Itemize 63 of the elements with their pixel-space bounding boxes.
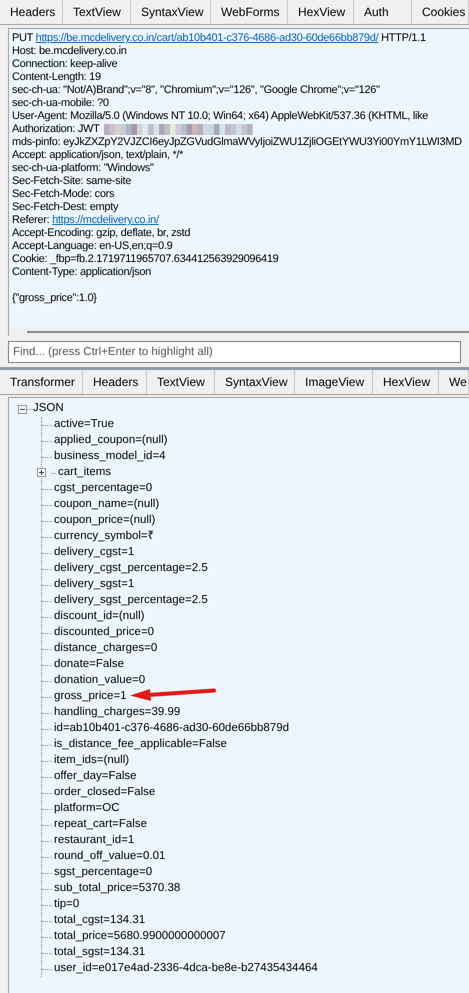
- header-line: Connection: keep-alive: [12, 58, 118, 70]
- tree-node[interactable]: platform=OC: [54, 800, 120, 818]
- tree-node[interactable]: repeat_cart=False: [54, 816, 148, 834]
- find-field[interactable]: Find... (press Ctrl+Enter to highlight all): [8, 341, 461, 363]
- tree-node[interactable]: item_ids=(null): [54, 752, 130, 770]
- request-method: PUT: [12, 32, 33, 44]
- tree-node[interactable]: delivery_cgst=1: [54, 544, 134, 562]
- tree-node[interactable]: delivery_cgst_percentage=2.5: [54, 560, 208, 578]
- header-line: Accept-Encoding: gzip, deflate, br, zstd: [12, 227, 190, 239]
- tree-node[interactable]: donation_value=0: [54, 672, 146, 690]
- header-line: sec-ch-ua: "Not/A)Brand";v="8", "Chromium";v="126", "Google Chrome";v="126": [12, 84, 380, 96]
- tree-node[interactable]: active=True: [54, 416, 114, 434]
- tree-node[interactable]: sgst_percentage=0: [54, 864, 152, 882]
- tree-node[interactable]: sub_total_price=5370.38: [54, 880, 180, 898]
- tree-node[interactable]: cgst_percentage=0: [54, 480, 152, 498]
- header-line: User-Agent: Mozilla/5.0 (Windows NT 10.0; Win64; x64) AppleWebKit/537.36 (KHTML, like: [12, 110, 428, 122]
- tree-node[interactable]: id=ab10b401-c376-4686-ad30-60de66bb879d: [54, 720, 290, 738]
- tree-node[interactable]: handling_charges=39.99: [54, 704, 180, 722]
- tree-node[interactable]: applied_coupon=(null): [54, 432, 168, 450]
- tree-node[interactable]: gross_price=1: [54, 688, 127, 706]
- tree-node[interactable]: cart_items: [58, 464, 112, 482]
- collapse-icon[interactable]: [18, 404, 27, 414]
- header-line: Sec-Fetch-Mode: cors: [12, 188, 114, 200]
- request-body: {"gross_price":1.0}: [12, 292, 97, 304]
- tree-node[interactable]: discounted_price=0: [54, 624, 154, 642]
- tree-node[interactable]: JSON: [33, 400, 64, 418]
- header-line: Accept-Language: en-US,en;q=0.9: [12, 240, 172, 252]
- tree-node[interactable]: currency_symbol=₹: [54, 528, 155, 546]
- request-url-link[interactable]: https://be.mcdelivery.co.in/cart/ab10b401-c376-4686-ad30-60de66bb879d/: [36, 32, 378, 44]
- tree-node[interactable]: discount_id=(null): [54, 608, 144, 626]
- tree-node[interactable]: total_price=5680.9900000000007: [54, 928, 226, 946]
- header-name: Referer:: [12, 214, 50, 226]
- tree-node[interactable]: business_model_id=4: [54, 448, 166, 466]
- http-version: HTTP/1.1: [381, 32, 426, 44]
- tree-node[interactable]: delivery_sgst=1: [54, 576, 134, 594]
- tree-node[interactable]: round_off_value=0.01: [54, 848, 166, 866]
- header-line: Host: be.mcdelivery.co.in: [12, 45, 127, 57]
- tree-node[interactable]: total_sgst=134.31: [54, 944, 146, 962]
- header-line: mds-pinfo: eyJkZXZpY2VJZCI6eyJpZGVudGlmaWVyIjoiZWU1ZjliOGEtYWU3Yi00YmY1LWI3MD: [12, 136, 462, 148]
- header-line: Cookie: _fbp=fb.2.1719711965707.634412563929096419: [12, 253, 278, 265]
- tree-node[interactable]: coupon_price=(null): [54, 512, 156, 530]
- tree-node[interactable]: is_distance_fee_applicable=False: [54, 736, 227, 754]
- header-line: Authorization: JWT: [12, 123, 100, 135]
- tree-node[interactable]: donate=False: [54, 656, 124, 674]
- tree-node[interactable]: offer_day=False: [54, 768, 137, 786]
- header-line: sec-ch-ua-mobile: ?0: [12, 97, 109, 109]
- referer-link[interactable]: https://mcdelivery.co.in/: [52, 214, 159, 226]
- tree-node[interactable]: restaurant_id=1: [54, 832, 134, 850]
- expand-icon[interactable]: [37, 468, 46, 477]
- header-line: Sec-Fetch-Dest: empty: [12, 201, 118, 213]
- horizontal-scrollbar[interactable]: [27, 331, 469, 333]
- header-line: Accept: application/json, text/plain, */*: [12, 149, 184, 161]
- tree-node[interactable]: user_id=e017e4ad-2336-4dca-be8e-b27435434464: [54, 960, 318, 978]
- header-line: sec-ch-ua-platform: "Windows": [12, 162, 154, 174]
- header-line: Sec-Fetch-Site: same-site: [12, 175, 132, 187]
- tree-node[interactable]: tip=0: [54, 896, 80, 914]
- tree-node[interactable]: total_cgst=134.31: [54, 912, 146, 930]
- tree-node[interactable]: distance_charges=0: [54, 640, 158, 658]
- header-line: Content-Length: 19: [12, 71, 101, 83]
- tree-node[interactable]: order_closed=False: [54, 784, 156, 802]
- tree-node[interactable]: delivery_sgst_percentage=2.5: [54, 592, 208, 610]
- header-line: Content-Type: application/json: [12, 266, 151, 278]
- tree-node[interactable]: coupon_name=(null): [54, 496, 160, 514]
